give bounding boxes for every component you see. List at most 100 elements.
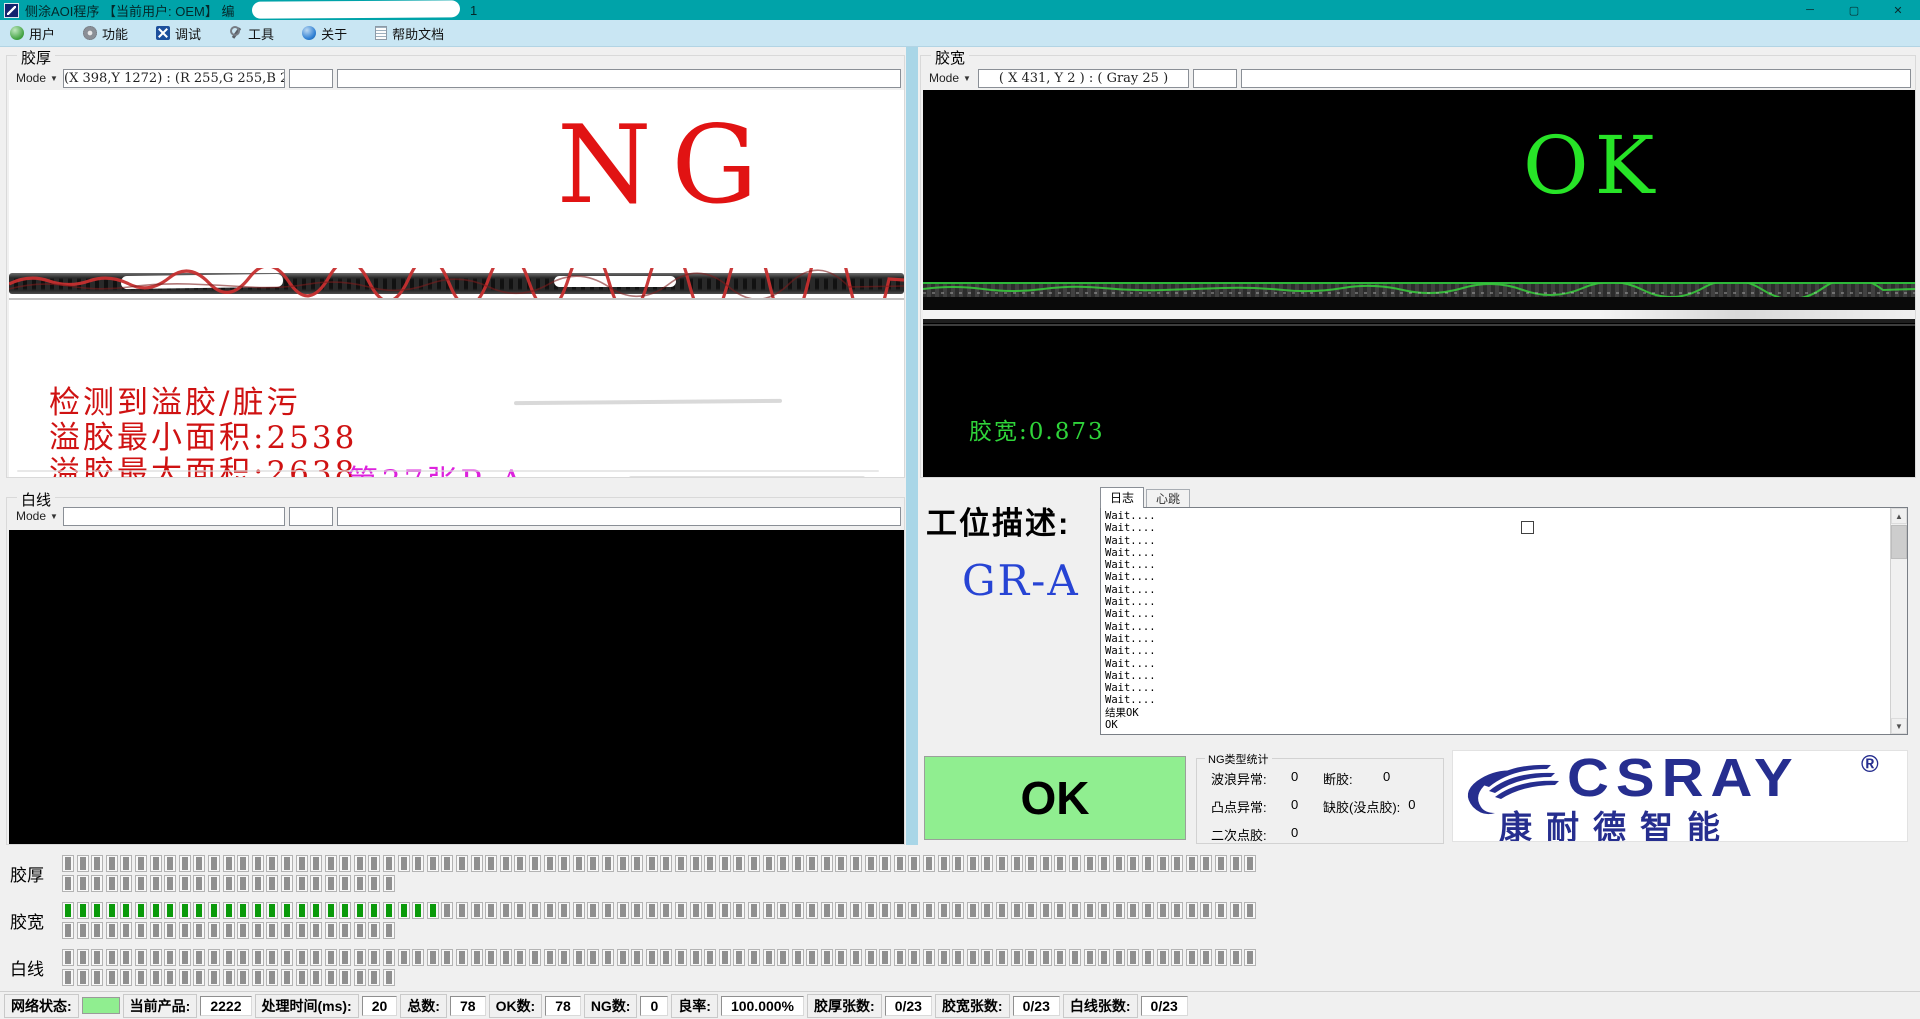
scroll-up-arrow[interactable]: ▲ xyxy=(1891,508,1907,524)
indicator-cell xyxy=(1157,902,1169,919)
scroll-down-arrow[interactable]: ▼ xyxy=(1891,718,1907,734)
jiaokuan-value-box[interactable] xyxy=(1193,69,1237,88)
indicator-cell xyxy=(660,855,672,872)
indicator-cell xyxy=(850,902,862,919)
status-label: 白线张数: xyxy=(1063,994,1138,1018)
indicator-row xyxy=(62,922,1256,939)
tab-heartbeat[interactable]: 心跳 xyxy=(1146,489,1190,508)
indicator-cell xyxy=(441,949,453,966)
indicator-cell xyxy=(106,902,118,919)
baixian-value-box[interactable] xyxy=(289,507,333,526)
indicator-cell xyxy=(631,902,643,919)
indicator-cell xyxy=(179,855,191,872)
indicator-cell xyxy=(354,922,366,939)
indicator-cell xyxy=(514,855,526,872)
indicator-cell xyxy=(908,855,920,872)
baixian-mode-dropdown[interactable]: Mode▼ xyxy=(13,506,61,526)
log-checkbox[interactable] xyxy=(1521,521,1534,534)
menu-item-label: 用户 xyxy=(29,24,55,43)
log-entry: Wait.... xyxy=(1105,621,1907,633)
close-button[interactable]: ✕ xyxy=(1876,0,1920,20)
indicator-cell xyxy=(1025,949,1037,966)
tab-log[interactable]: 日志 xyxy=(1100,487,1144,508)
indicator-row xyxy=(62,949,1256,966)
ng-stat-label: 凸点异常: xyxy=(1211,797,1283,816)
menu-item-about[interactable]: 关于 xyxy=(302,24,347,43)
indicator-cell xyxy=(558,855,570,872)
jiaohou-image-view[interactable]: NG 检测到溢胶/脏污 溢胶最小面积:2538 溢胶最大面积:2638 第37张… xyxy=(9,90,904,477)
indicator-cell xyxy=(383,875,395,892)
jiaohou-info-box[interactable] xyxy=(337,69,901,88)
log-scrollbar[interactable]: ▲ ▼ xyxy=(1890,508,1907,734)
indicator-cell xyxy=(894,949,906,966)
log-list[interactable]: Wait....Wait....Wait....Wait....Wait....… xyxy=(1100,507,1908,735)
indicator-cell xyxy=(383,969,395,986)
indicator-cell xyxy=(325,875,337,892)
menu-item-function[interactable]: 功能 xyxy=(83,24,128,43)
indicator-cell xyxy=(690,902,702,919)
indicator-cell xyxy=(368,969,380,986)
baixian-coord-box[interactable] xyxy=(63,507,285,526)
ng-stats-left-column: 波浪异常:0凸点异常:0二次点胶:0 xyxy=(1211,769,1311,853)
log-entry: Wait.... xyxy=(1105,559,1907,571)
status-value: 2222 xyxy=(200,996,251,1016)
indicator-cell xyxy=(266,855,278,872)
jiaohou-coord-box[interactable]: (X 398,Y 1272) : (R 255,G 255,B 255) xyxy=(63,69,285,88)
jiaokuan-info-box[interactable] xyxy=(1241,69,1911,88)
jiaokuan-result-text: OK xyxy=(1523,126,1660,206)
indicator-row xyxy=(62,855,1256,872)
jiaohou-value-box[interactable] xyxy=(289,69,333,88)
minimize-button[interactable]: ─ xyxy=(1788,0,1832,20)
indicator-cell xyxy=(908,902,920,919)
indicator-cell xyxy=(1215,855,1227,872)
indicator-cell xyxy=(1084,902,1096,919)
indicator-cell xyxy=(193,922,205,939)
indicator-cell xyxy=(164,922,176,939)
indicator-cell xyxy=(223,949,235,966)
menu-item-tools[interactable]: 工具 xyxy=(229,24,274,43)
result-ok-button[interactable]: OK xyxy=(924,756,1186,840)
indicator-cell xyxy=(1230,902,1242,919)
menu-item-help[interactable]: 帮助文档 xyxy=(375,24,444,43)
indicator-cell xyxy=(383,902,395,919)
jiaokuan-coord-box[interactable]: ( X 431, Y 2 ) : ( Gray 25 ) xyxy=(978,69,1189,88)
maximize-button[interactable]: ▢ xyxy=(1832,0,1876,20)
baixian-info-box[interactable] xyxy=(337,507,901,526)
status-label: 总数: xyxy=(400,994,447,1018)
jiaohou-mode-dropdown[interactable]: Mode▼ xyxy=(13,68,61,88)
ng-stat-value: 0 xyxy=(1383,769,1403,788)
indicator-cell xyxy=(354,969,366,986)
indicator-cell xyxy=(281,949,293,966)
ng-stat-label: 二次点胶: xyxy=(1211,825,1283,844)
window-title: 侧涂AOI程序 【当前用户: OEM】 编 xyxy=(25,1,234,20)
scroll-thumb[interactable] xyxy=(1891,525,1907,559)
jiaohou-band-underline xyxy=(9,298,904,300)
indicator-cell xyxy=(821,949,833,966)
indicator-cell xyxy=(77,902,89,919)
indicator-cell xyxy=(1127,855,1139,872)
log-entry: Wait.... xyxy=(1105,682,1907,694)
indicator-cell xyxy=(1098,949,1110,966)
indicator-cell xyxy=(412,855,424,872)
indicator-cell xyxy=(339,969,351,986)
menu-item-debug[interactable]: 调试 xyxy=(156,24,201,43)
indicator-cell xyxy=(1142,902,1154,919)
indicator-cell xyxy=(339,902,351,919)
baixian-image-view[interactable] xyxy=(9,530,904,844)
log-entry: 结果OK xyxy=(1105,707,1907,719)
indicator-cell xyxy=(587,949,599,966)
indicator-cell xyxy=(325,969,337,986)
ng-stat-row: 缺胶(没点胶):0 xyxy=(1323,797,1428,816)
indicator-cell xyxy=(879,902,891,919)
jiaokuan-image-view[interactable]: OK 胶宽:0.873 xyxy=(923,90,1915,477)
indicator-cell xyxy=(1011,902,1023,919)
jiaokuan-mode-dropdown[interactable]: Mode▼ xyxy=(926,68,974,88)
indicator-cell xyxy=(310,969,322,986)
log-entry: Wait.... xyxy=(1105,596,1907,608)
indicator-cell xyxy=(617,949,629,966)
chevron-down-icon: ▼ xyxy=(50,512,58,521)
indicator-cell xyxy=(690,949,702,966)
panel-baixian: 白线 Mode▼ xyxy=(6,497,905,845)
indicator-cell xyxy=(1200,855,1212,872)
menu-item-user[interactable]: 用户 xyxy=(10,24,55,43)
